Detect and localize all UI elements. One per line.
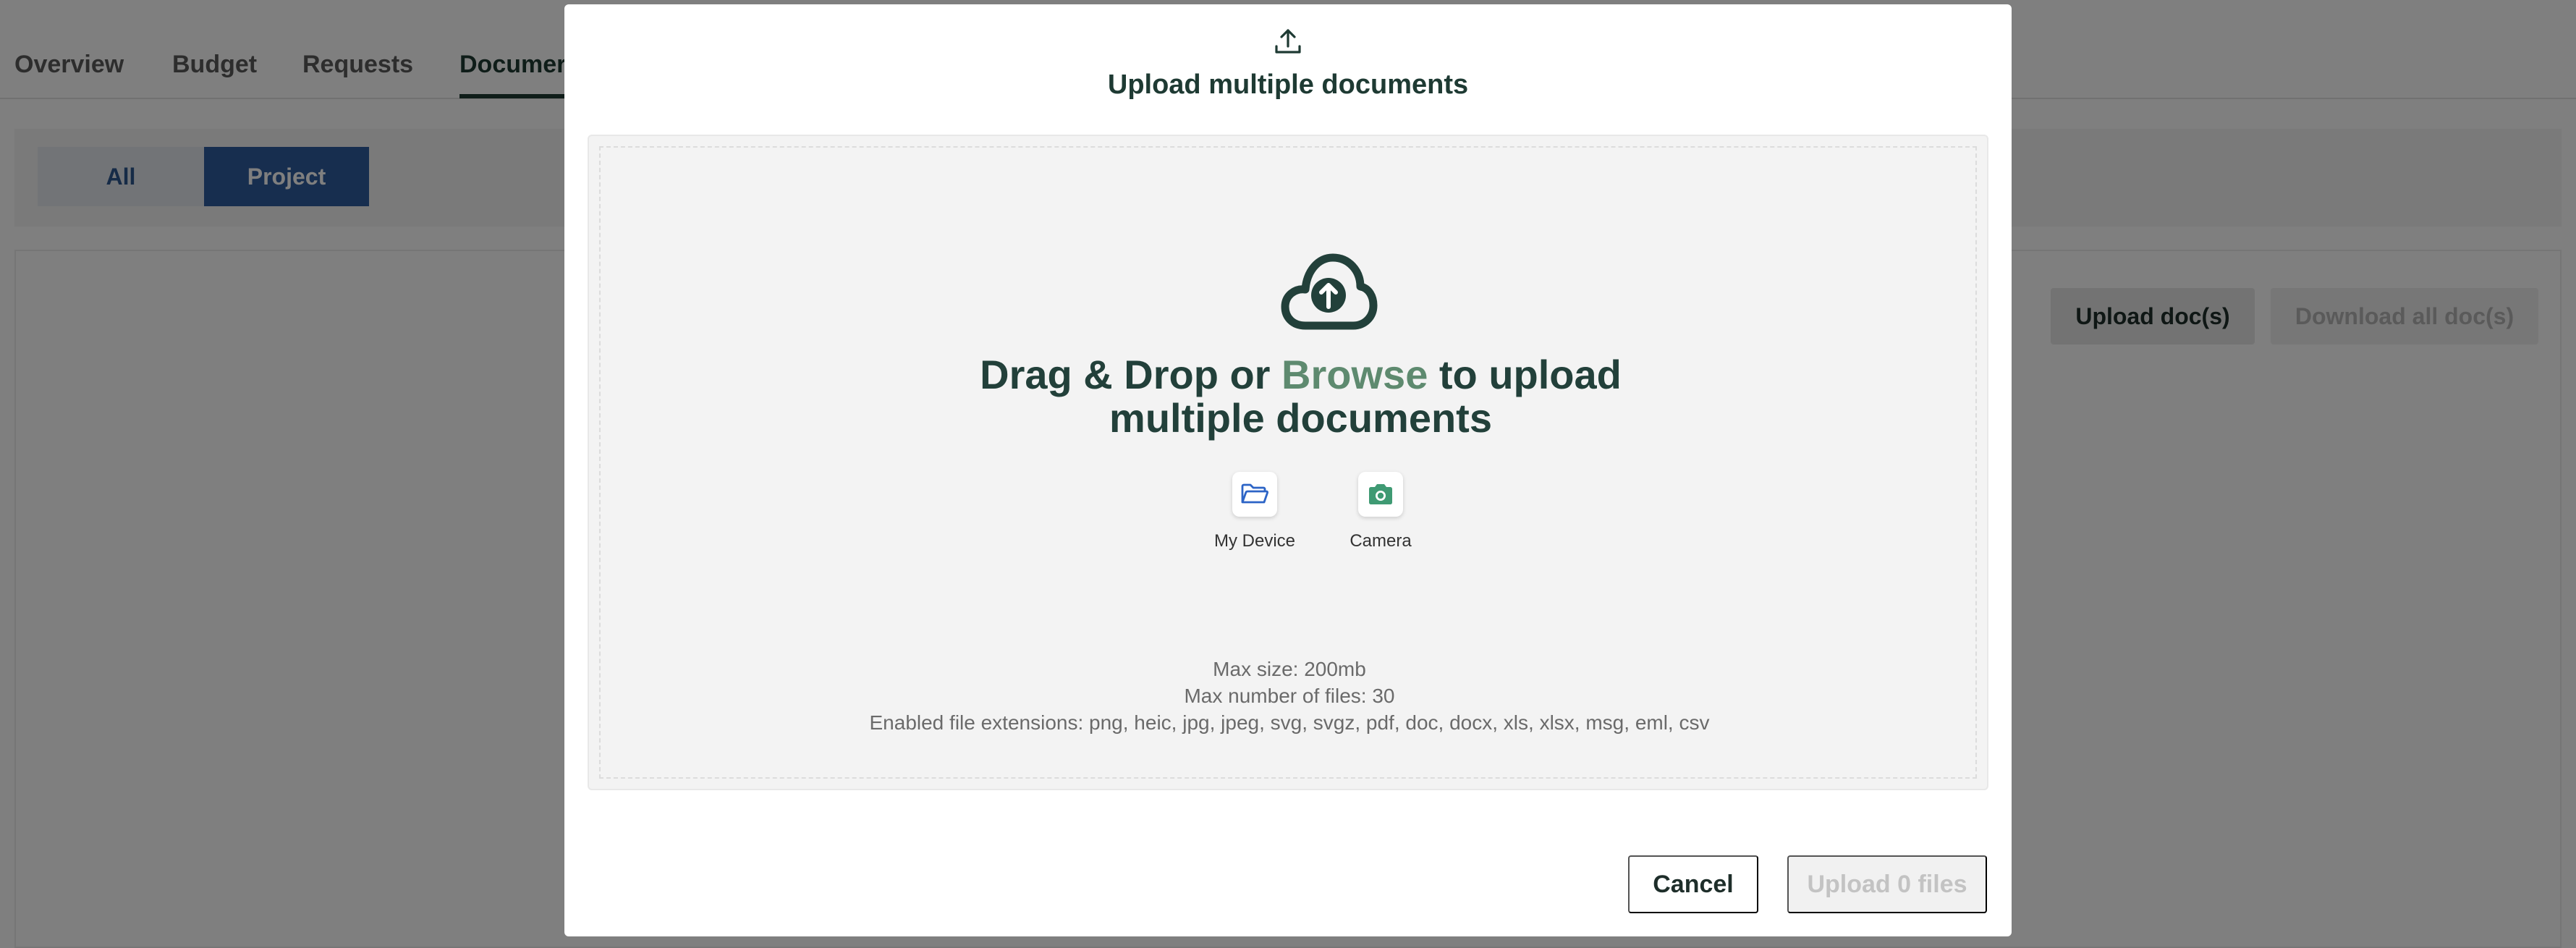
- camera-icon: [1369, 484, 1392, 504]
- dropzone-text-before: Drag & Drop or: [980, 352, 1282, 397]
- max-files-text: Max number of files: 30: [1184, 685, 1395, 707]
- dropzone[interactable]: Drag & Drop or Browse to upload multiple…: [588, 135, 1988, 790]
- max-size-text: Max size: 200mb: [1213, 658, 1366, 680]
- folder-open-icon: [1241, 483, 1269, 504]
- upload-files-button[interactable]: Upload 0 files: [1787, 855, 1987, 913]
- upload-limits: Max size: 200mb Max number of files: 30 …: [601, 656, 1978, 736]
- dropzone-dashed-area[interactable]: Drag & Drop or Browse to upload multiple…: [599, 146, 1977, 779]
- camera-label: Camera: [1350, 531, 1412, 551]
- allowed-extensions-text: Enabled file extensions: png, heic, jpg,…: [869, 711, 1710, 734]
- my-device-button[interactable]: [1232, 472, 1277, 517]
- source-camera[interactable]: Camera: [1326, 472, 1435, 551]
- source-my-device[interactable]: My Device: [1200, 472, 1309, 551]
- cancel-button[interactable]: Cancel: [1628, 855, 1758, 913]
- dropzone-instructions: Drag & Drop or Browse to upload multiple…: [919, 353, 1682, 440]
- my-device-label: My Device: [1213, 531, 1296, 551]
- cloud-upload-icon: [1281, 253, 1378, 330]
- dialog-title: Upload multiple documents: [1107, 69, 1469, 100]
- upload-icon: [1275, 29, 1301, 54]
- browse-link[interactable]: Browse: [1281, 352, 1428, 397]
- camera-button[interactable]: [1358, 472, 1403, 517]
- upload-dialog: Upload multiple documents Drag & Drop or…: [564, 4, 2012, 936]
